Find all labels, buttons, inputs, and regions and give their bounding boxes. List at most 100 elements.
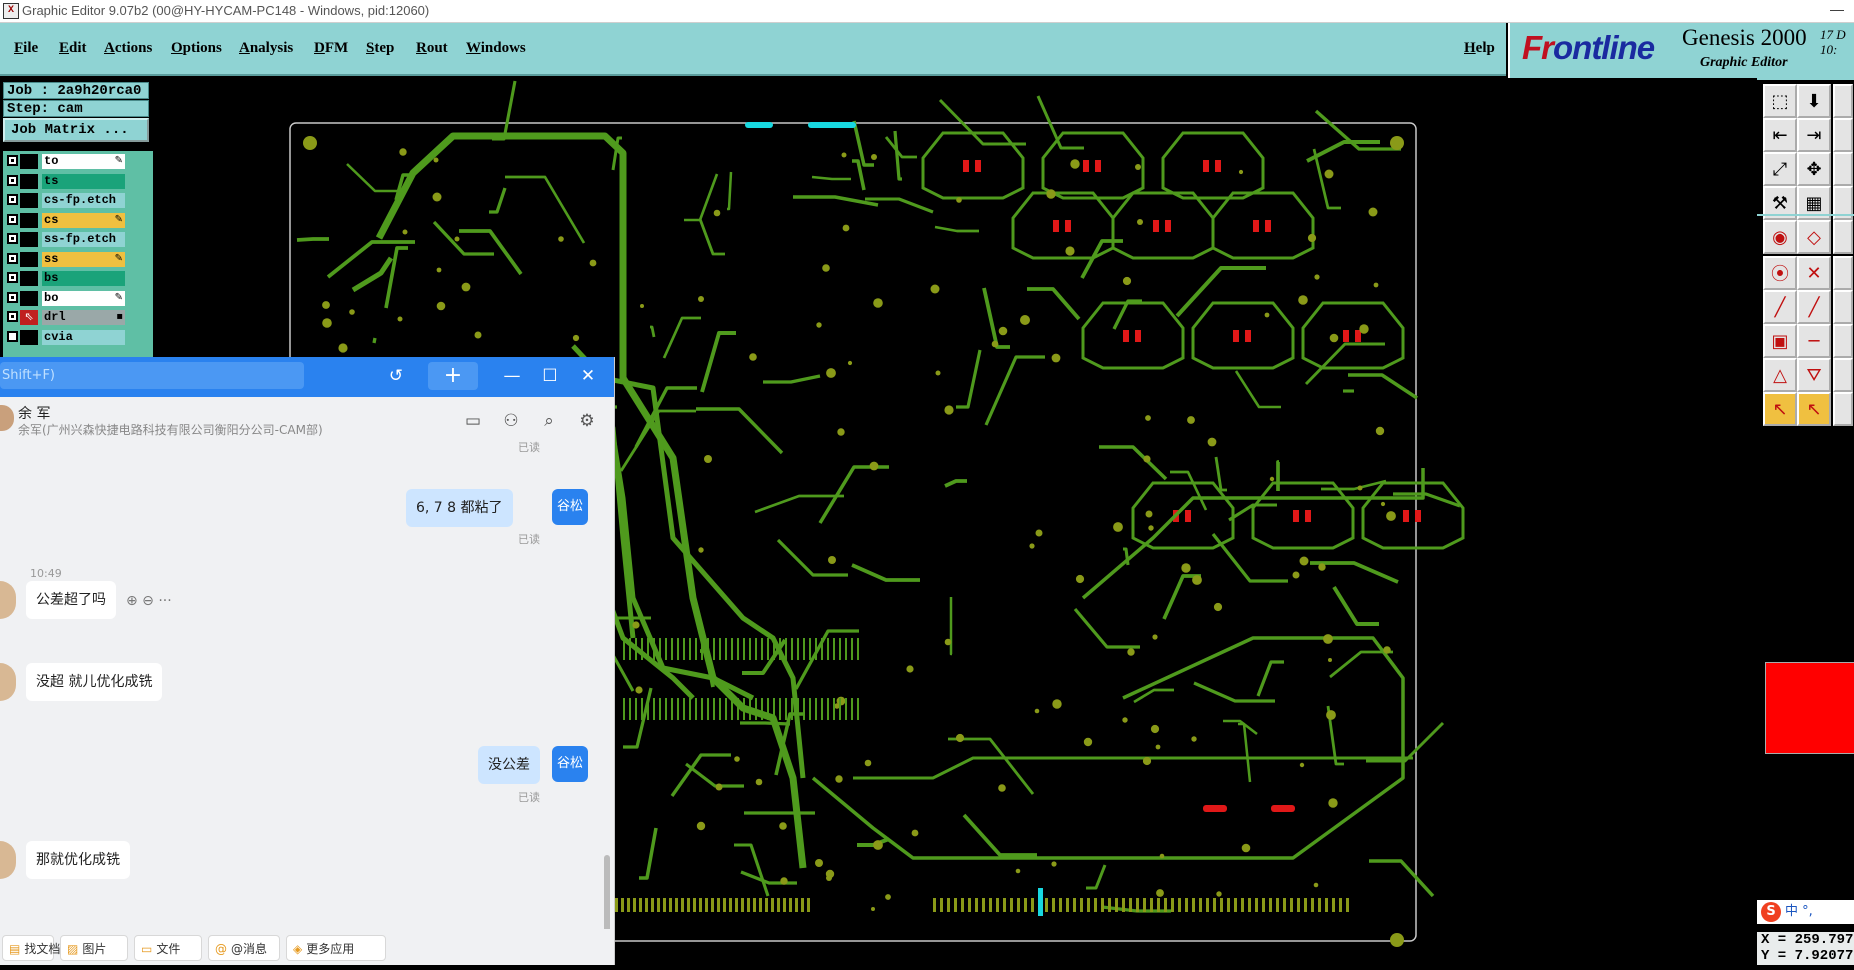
toolbar-button-partial[interactable] xyxy=(1833,324,1853,358)
layer-row-ss-fp.etch[interactable]: ss-fp.etch xyxy=(5,231,125,248)
delete-icon[interactable]: ✕ xyxy=(1797,256,1831,290)
search-history-icon[interactable]: ⌕ xyxy=(538,411,560,433)
shape-icon[interactable]: ◇ xyxy=(1797,220,1831,254)
menu-step[interactable]: Step xyxy=(366,40,394,57)
message-them[interactable]: 没超 就儿优化成铣 xyxy=(26,663,163,701)
import-icon[interactable]: ⬇ xyxy=(1797,84,1831,118)
layer-checkbox[interactable] xyxy=(7,330,18,342)
document-button[interactable]: ▤ 找文档 xyxy=(2,935,60,961)
new-chat-button[interactable]: + xyxy=(428,362,478,390)
layer-name[interactable]: ss ✎ xyxy=(42,251,125,267)
zoom-fit-icon[interactable]: ⤢ xyxy=(1763,152,1797,186)
toolbar-button-partial[interactable] xyxy=(1833,152,1853,186)
message-actions[interactable]: ⊕ ⊖ ··· xyxy=(126,593,172,609)
line2-icon[interactable]: ╱ xyxy=(1797,290,1831,324)
triangle-icon[interactable]: △ xyxy=(1763,358,1797,392)
layer-checkbox[interactable] xyxy=(7,213,18,225)
layer-name[interactable]: drl ▪ xyxy=(42,310,125,325)
menu-windows[interactable]: Windows xyxy=(466,40,526,57)
message-them[interactable]: 那就优化成铣 xyxy=(26,841,130,879)
layer-color-swatch[interactable]: ⇖ xyxy=(20,310,38,325)
layer-color-swatch[interactable] xyxy=(20,193,38,208)
layer-row-to[interactable]: to ✎ xyxy=(5,153,125,170)
layer-name[interactable]: to ✎ xyxy=(42,154,125,169)
job-matrix-button[interactable]: Job Matrix ... xyxy=(3,118,149,142)
menu-actions[interactable]: Actions xyxy=(104,40,152,57)
message-me[interactable]: 6, 7 8 都粘了 xyxy=(406,489,513,527)
avatar[interactable] xyxy=(0,405,14,431)
layer-name[interactable]: ts xyxy=(42,173,125,189)
layer-color-swatch[interactable] xyxy=(20,173,38,189)
save-icon[interactable]: ⬚ xyxy=(1763,84,1797,118)
close-icon[interactable]: ✕ xyxy=(574,363,602,389)
layer-color-swatch[interactable] xyxy=(20,154,38,169)
layer-checkbox[interactable] xyxy=(7,194,18,205)
hline-icon[interactable]: ─ xyxy=(1797,324,1831,358)
layer-color-swatch[interactable] xyxy=(20,251,38,267)
pan-icon[interactable]: ✥ xyxy=(1797,152,1831,186)
history-icon[interactable]: ↺ xyxy=(382,363,410,389)
folder-button[interactable]: ▭ 文件 xyxy=(134,935,202,961)
menu-rout[interactable]: Rout xyxy=(416,40,448,57)
layer-name[interactable]: bs xyxy=(42,271,125,286)
layer-row-ts[interactable]: ts xyxy=(5,173,125,190)
line-icon[interactable]: ╱ xyxy=(1763,290,1797,324)
settings-icon[interactable]: ⚙ xyxy=(576,411,598,433)
message-me[interactable]: 没公差 xyxy=(478,746,540,784)
layer-name[interactable]: cs-fp.etch xyxy=(42,193,125,208)
menu-analysis[interactable]: Analysis xyxy=(239,40,293,57)
layer-checkbox[interactable] xyxy=(7,311,18,322)
layer-checkbox[interactable] xyxy=(7,155,18,166)
layer-color-swatch[interactable] xyxy=(20,329,38,345)
nodes-icon[interactable]: ⦿ xyxy=(1763,256,1797,290)
message-them[interactable]: 公差超了吗 xyxy=(26,581,116,619)
layer-checkbox[interactable] xyxy=(7,252,18,264)
menu-dfm[interactable]: DFM xyxy=(314,40,348,57)
my-avatar[interactable]: 谷松 xyxy=(552,489,588,525)
layer-name[interactable]: bo ✎ xyxy=(42,290,125,306)
at-button[interactable]: @ @消息 xyxy=(208,935,280,961)
layer-row-drl[interactable]: ⇖ drl ▪ xyxy=(5,309,125,326)
toolbar-button-partial[interactable] xyxy=(1833,256,1853,290)
layer-checkbox[interactable] xyxy=(7,272,18,283)
menu-file[interactable]: File xyxy=(14,40,38,57)
avatar[interactable] xyxy=(0,581,16,619)
redo-icon[interactable]: ⇥ xyxy=(1797,118,1831,152)
toolbar-button-partial[interactable] xyxy=(1833,392,1853,426)
chat-search-input[interactable]: Shift+F) xyxy=(0,362,304,389)
layer-row-ss[interactable]: ss ✎ xyxy=(5,251,125,268)
toolbar-button-partial[interactable] xyxy=(1833,290,1853,324)
layer-checkbox[interactable] xyxy=(7,174,18,186)
add-user-icon[interactable]: ⚇ xyxy=(500,411,522,433)
layer-row-cs[interactable]: cs ✎ xyxy=(5,212,125,229)
undo-icon[interactable]: ⇤ xyxy=(1763,118,1797,152)
layer-row-cs-fp.etch[interactable]: cs-fp.etch xyxy=(5,192,125,209)
avatar[interactable] xyxy=(0,841,16,879)
layer-color-swatch[interactable] xyxy=(20,271,38,286)
toolbar-button-partial[interactable] xyxy=(1833,118,1853,152)
menu-options[interactable]: Options xyxy=(171,40,222,57)
avatar[interactable] xyxy=(0,663,16,701)
layer-name[interactable]: cvia xyxy=(42,329,125,345)
layer-checkbox[interactable] xyxy=(7,291,18,303)
folder-icon[interactable]: ▭ xyxy=(462,411,484,433)
layer-color-swatch[interactable] xyxy=(20,212,38,228)
layer-name[interactable]: ss-fp.etch xyxy=(42,232,125,247)
menu-edit[interactable]: Edit xyxy=(59,40,87,57)
toolbar-button-partial[interactable] xyxy=(1833,358,1853,392)
apps-button[interactable]: ◈ 更多应用 xyxy=(286,935,386,961)
menu-help[interactable]: Help xyxy=(1464,40,1495,57)
layer-row-cvia[interactable]: cvia xyxy=(5,329,125,346)
layer-row-bs[interactable]: bs xyxy=(5,270,125,287)
pointer-select-icon[interactable]: ↖ xyxy=(1797,392,1831,426)
layer-color-swatch[interactable] xyxy=(20,232,38,247)
maximize-icon[interactable]: ☐ xyxy=(536,363,564,389)
minimize-button[interactable]: — xyxy=(1830,1,1844,17)
layer-name[interactable]: cs ✎ xyxy=(42,212,125,228)
pointer-icon[interactable]: ↖ xyxy=(1763,392,1797,426)
image-button[interactable]: ▨ 图片 xyxy=(60,935,128,961)
minimize-icon[interactable]: — xyxy=(498,363,526,389)
layer-checkbox[interactable] xyxy=(7,233,18,244)
snapshot-icon[interactable]: ◉ xyxy=(1763,220,1797,254)
select-icon[interactable]: ▣ xyxy=(1763,324,1797,358)
